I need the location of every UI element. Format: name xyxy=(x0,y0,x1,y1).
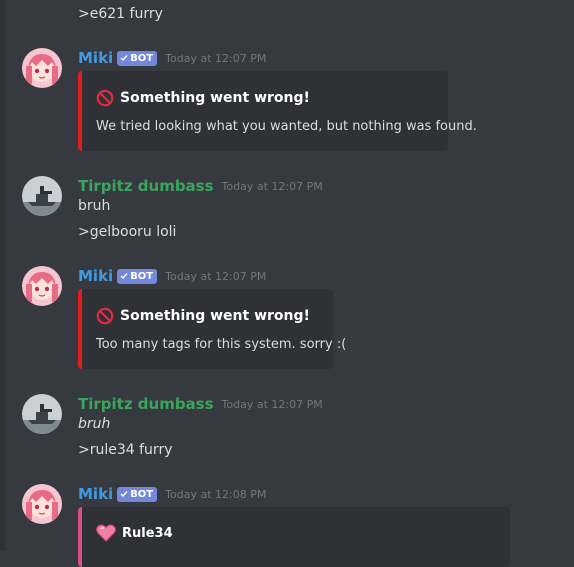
error-embed: Something went wrong! We tried looking w… xyxy=(78,71,477,151)
timestamp[interactable]: Today at 12:07 PM xyxy=(165,52,266,65)
message-text: bruh xyxy=(78,416,111,432)
tirpitz-avatar[interactable] xyxy=(22,176,62,216)
embed-title: Rule34 xyxy=(122,525,173,541)
bot-tag: BOT xyxy=(117,50,158,66)
embed-description: Too many tags for this system. sorry :( xyxy=(96,337,347,352)
message-header: Miki BOT Today at 12:07 PM xyxy=(78,48,266,68)
checkmark-icon xyxy=(120,491,128,498)
username[interactable]: Tirpitz dumbass xyxy=(78,177,214,195)
error-embed: Something went wrong! Too many tags for … xyxy=(78,289,346,369)
timestamp[interactable]: Today at 12:07 PM xyxy=(222,398,323,411)
message-text: bruh xyxy=(78,198,111,214)
embed-description: We tried looking what you wanted, but no… xyxy=(96,119,477,134)
message-text: >gelbooru loli xyxy=(78,224,177,240)
left-channel-edge xyxy=(0,0,5,551)
prohibited-icon xyxy=(96,307,114,325)
bot-tag: BOT xyxy=(117,268,158,284)
tirpitz-avatar[interactable] xyxy=(22,394,62,434)
checkmark-icon xyxy=(120,273,128,280)
timestamp[interactable]: Today at 12:08 PM xyxy=(165,488,266,501)
miki-avatar[interactable] xyxy=(22,484,62,524)
message-text: >e621 furry xyxy=(78,6,163,22)
timestamp[interactable]: Today at 12:07 PM xyxy=(222,180,323,193)
miki-avatar[interactable] xyxy=(22,48,62,88)
message-header: Miki BOT Today at 12:07 PM xyxy=(78,266,266,286)
embed-title-row: Something went wrong! xyxy=(96,89,310,107)
rule34-embed: Rule34 xyxy=(78,507,510,567)
bot-tag-label: BOT xyxy=(130,52,154,64)
username[interactable]: Miki xyxy=(78,49,113,67)
bot-tag-label: BOT xyxy=(130,488,154,500)
prohibited-icon xyxy=(96,89,114,107)
message-header: Tirpitz dumbass Today at 12:07 PM xyxy=(78,176,323,196)
bot-tag-label: BOT xyxy=(130,270,154,282)
embed-title: Something went wrong! xyxy=(120,90,310,106)
timestamp[interactable]: Today at 12:07 PM xyxy=(165,270,266,283)
message-text: >rule34 furry xyxy=(78,442,173,458)
username[interactable]: Miki xyxy=(78,267,113,285)
bot-tag: BOT xyxy=(117,486,158,502)
miki-avatar[interactable] xyxy=(22,266,62,306)
checkmark-icon xyxy=(120,55,128,62)
username[interactable]: Tirpitz dumbass xyxy=(78,395,214,413)
username[interactable]: Miki xyxy=(78,485,113,503)
pink-heart-icon xyxy=(96,524,116,542)
message-header: Miki BOT Today at 12:08 PM xyxy=(78,484,266,504)
message-header: Tirpitz dumbass Today at 12:07 PM xyxy=(78,394,323,414)
embed-title-row: Rule34 xyxy=(96,524,173,542)
embed-title-row: Something went wrong! xyxy=(96,307,310,325)
embed-title: Something went wrong! xyxy=(120,308,310,324)
